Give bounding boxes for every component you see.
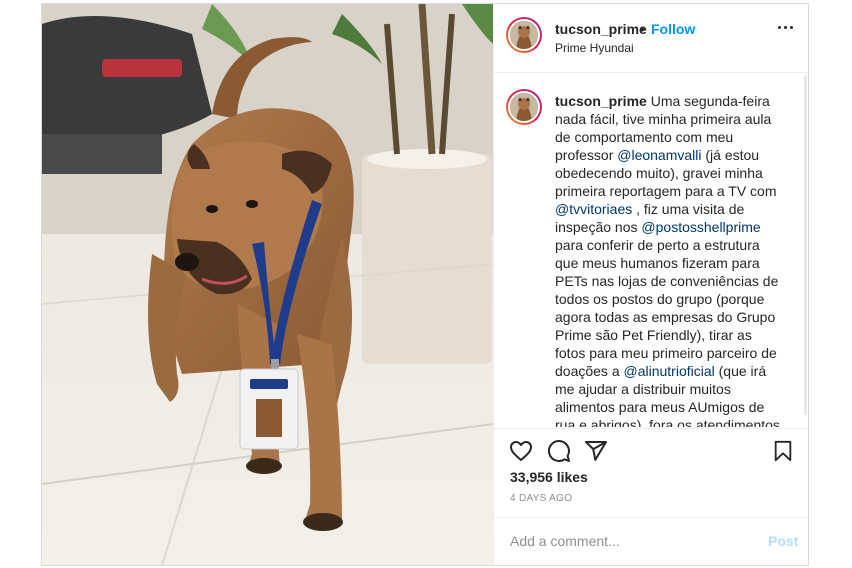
caption-avatar[interactable] [506,89,542,125]
likes-count[interactable]: 33,956 likes [510,469,588,485]
caption-area: tucson_prime Uma segunda-feira nada fáci… [494,73,808,427]
comment-icon[interactable] [546,439,572,463]
comment-bar: Post [494,517,808,565]
avatar-image [508,19,540,51]
mention-link[interactable]: @tvvitoriaes [555,201,632,217]
post-timestamp[interactable]: 4 DAYS AGO [510,493,572,504]
mention-link[interactable]: @postosshellprime [641,219,760,235]
dog-photo-illustration [42,4,493,565]
mention-link[interactable]: @alinutrioficial [624,363,715,379]
dog-avatar-icon [510,21,538,49]
caption-text: para conferir de perto a estrutura que m… [555,237,779,379]
share-icon[interactable] [583,439,609,463]
comment-input[interactable] [510,531,750,551]
post-photo[interactable] [42,4,493,565]
post-side-panel: tucson_prime • Follow Prime Hyundai tucs… [493,4,808,565]
header-username[interactable]: tucson_prime [555,21,647,37]
instagram-post: tucson_prime • Follow Prime Hyundai tucs… [41,3,809,566]
post-header: tucson_prime • Follow Prime Hyundai [494,4,808,73]
separator-dot: • [640,21,645,37]
dog-avatar-icon [510,93,538,121]
avatar-image [508,91,540,123]
bookmark-icon[interactable] [772,439,794,463]
avatar[interactable] [506,17,542,53]
caption-scrollbar[interactable] [804,75,807,415]
mention-link[interactable]: @leonamvalli [617,147,701,163]
post-caption: tucson_prime Uma segunda-feira nada fáci… [555,92,780,427]
more-options-icon[interactable] [778,26,794,32]
follow-button[interactable]: Follow [651,21,695,37]
caption-username[interactable]: tucson_prime [555,93,647,109]
post-comment-button[interactable]: Post [768,533,798,549]
post-actions: 33,956 likes 4 DAYS AGO Post [494,428,808,565]
heart-icon[interactable] [508,439,534,463]
location-link[interactable]: Prime Hyundai [555,41,634,55]
